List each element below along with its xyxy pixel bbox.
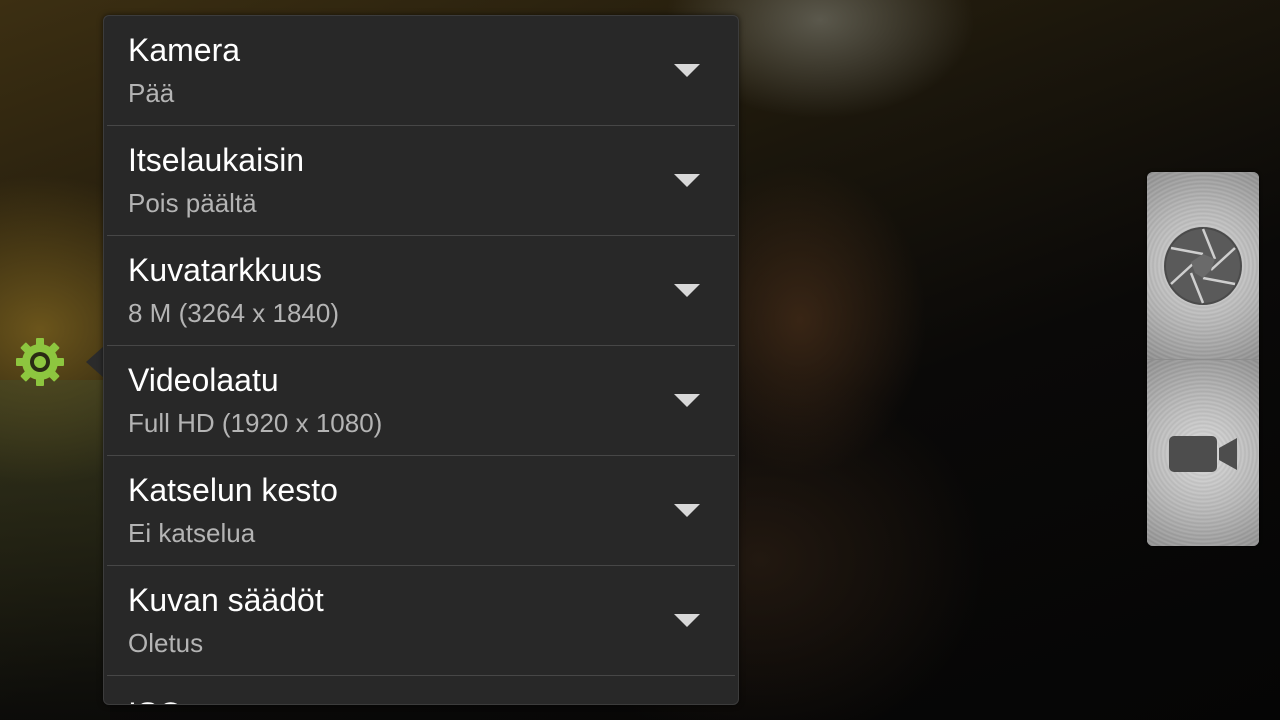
settings-menu[interactable]: Kamera Pää Itselaukaisin Pois päältä Kuv… — [103, 15, 739, 705]
setting-title: Videolaatu — [128, 362, 279, 398]
setting-image-adjustments[interactable]: Kuvan säädöt Oletus — [107, 566, 735, 676]
setting-value: Ei katselua — [128, 518, 256, 548]
panel-pointer — [86, 346, 104, 378]
setting-value: Pois päältä — [128, 188, 257, 218]
chevron-down-icon — [674, 174, 700, 187]
setting-title: Kamera — [128, 32, 241, 68]
photo-mode-button[interactable] — [1147, 172, 1259, 360]
chevron-down-icon — [674, 614, 700, 627]
setting-review-duration[interactable]: Katselun kesto Ei katselua — [107, 456, 735, 566]
setting-title: Kuvatarkkuus — [128, 252, 322, 288]
setting-video-quality[interactable]: Videolaatu Full HD (1920 x 1080) — [107, 346, 735, 456]
gear-icon[interactable] — [14, 336, 66, 388]
setting-title: ISO — [128, 696, 183, 704]
setting-self-timer[interactable]: Itselaukaisin Pois päältä — [107, 126, 735, 236]
setting-value: Pää — [128, 78, 175, 108]
setting-value: Oletus — [128, 628, 204, 658]
aperture-icon — [1164, 227, 1242, 305]
camera-mode-switch[interactable] — [1147, 172, 1259, 546]
video-camera-icon — [1169, 436, 1237, 472]
setting-iso[interactable]: ISO — [107, 676, 735, 704]
video-mode-button[interactable] — [1147, 360, 1259, 546]
setting-value: 8 M (3264 x 1840) — [128, 298, 340, 328]
setting-title: Kuvan säädöt — [128, 582, 324, 618]
setting-camera[interactable]: Kamera Pää — [107, 16, 735, 126]
setting-title: Itselaukaisin — [128, 142, 305, 178]
chevron-down-icon — [674, 394, 700, 407]
chevron-down-icon — [674, 284, 700, 297]
setting-value: Full HD (1920 x 1080) — [128, 408, 383, 438]
chevron-down-icon — [674, 504, 700, 517]
setting-title: Katselun kesto — [128, 472, 338, 508]
setting-resolution[interactable]: Kuvatarkkuus 8 M (3264 x 1840) — [107, 236, 735, 346]
chevron-down-icon — [674, 64, 700, 77]
